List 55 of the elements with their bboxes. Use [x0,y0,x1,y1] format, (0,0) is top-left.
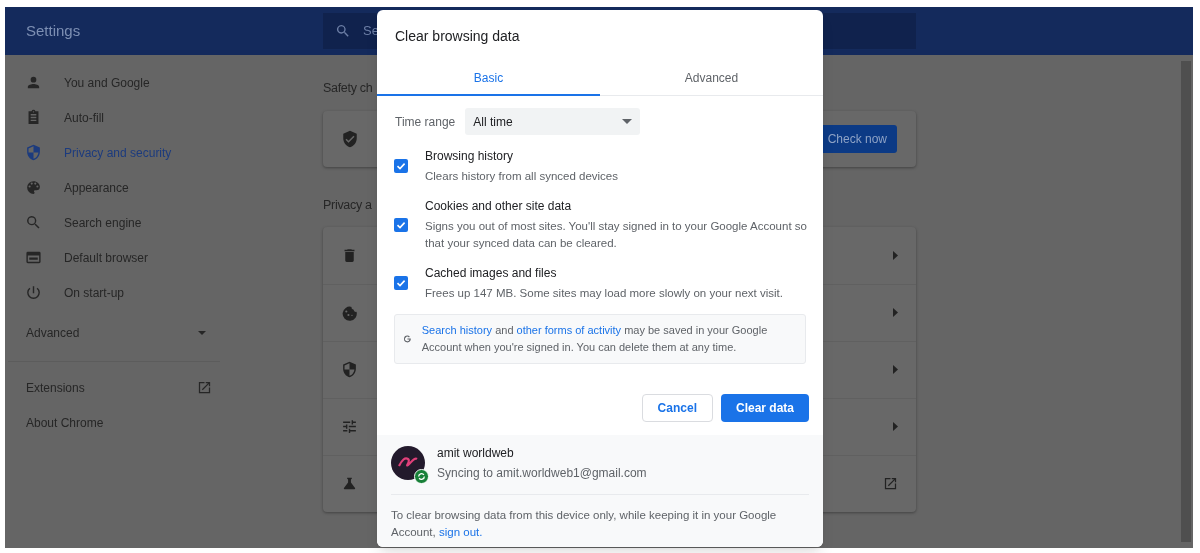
info-text: Search history and other forms of activity may be saved in your Google Account when you're signed in. You can delete them at any time. [421,323,769,355]
g-letter-icon [404,333,411,345]
person-icon [25,74,42,91]
option-title: Browsing history [425,148,515,165]
sidebar-item[interactable]: Appearance [5,170,223,205]
dropdown-caret-icon [622,119,633,124]
shield-icon [25,144,42,161]
dialog-title: Clear browsing data [395,27,521,46]
sidebar-link[interactable]: Extensions [5,370,223,405]
caret-icon [198,331,206,335]
section-heading: Privacy a [323,196,372,214]
sign-out-note: To clear browsing data from this device only, while keeping it in your Google Account, sign out. [391,508,778,540]
sidebar-item[interactable]: Auto-fill [5,100,223,135]
option-description: Signs you out of most sites. You'll stay signed in to your Google Account so that your synced data can be cleared. [425,219,808,251]
sidebar-item[interactable]: You and Google [5,65,223,100]
cancel-button[interactable]: Cancel [641,394,713,422]
checkbox[interactable] [394,159,408,173]
field-label: Time range [395,113,456,131]
search-icon [335,23,351,39]
power-icon [25,284,42,301]
cookie-icon [341,304,358,321]
sidebar-link[interactable]: About Chrome [5,405,223,440]
app-title: Settings [26,20,82,41]
sidebar-item[interactable]: Privacy and security [5,135,223,170]
sync-status: Syncing to amit.worldweb1@gmail.com [437,465,647,482]
clear-data-button[interactable]: Clear data [720,394,809,422]
shield-check-icon [341,129,359,148]
option-description: Clears history from all synced devices [425,169,618,184]
tab[interactable]: Advanced [600,62,823,96]
avatar [391,446,425,480]
search-icon [25,214,42,231]
sliders-icon [341,418,358,435]
checkbox[interactable] [394,276,408,290]
time-range-dropdown[interactable]: All time [465,108,641,135]
option-title: Cached images and files [425,265,558,282]
sidebar-item[interactable]: Default browser [5,240,223,275]
tab[interactable]: Basic [377,62,600,96]
checkbox[interactable] [394,217,408,232]
shield-icon [341,361,358,378]
option-title: Cookies and other site data [425,198,573,215]
check-icon [396,278,406,288]
link[interactable]: sign out. [438,526,483,538]
link[interactable]: Search history [421,324,493,336]
check-icon [396,161,406,171]
sidebar-item[interactable]: Search engine [5,205,223,240]
palette-icon [25,179,42,196]
advanced-toggle[interactable]: Advanced [8,318,220,348]
external-link-icon [197,380,212,395]
link[interactable]: other forms of activity [516,324,622,336]
browser-window-icon [25,249,42,266]
account-name: amit worldweb [437,445,515,462]
option-description: Frees up 147 MB. Some sites may load more slowly on your next visit. [425,286,783,301]
section-heading: Safety ch [323,80,373,97]
sidebar-item[interactable]: On start-up [5,275,223,310]
flask-icon [341,475,358,492]
